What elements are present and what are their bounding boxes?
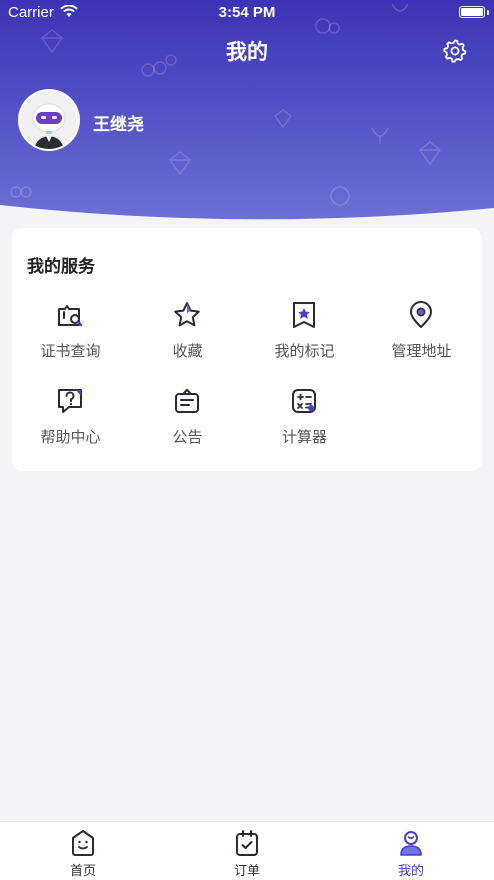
- service-label: 我的标记: [274, 342, 335, 360]
- order-check-icon: [236, 830, 258, 856]
- tab-home[interactable]: 首页: [23, 822, 143, 880]
- battery-icon: [459, 6, 485, 18]
- announcement-icon: [175, 388, 199, 413]
- service-label: 帮助中心: [40, 428, 101, 446]
- service-manage-address[interactable]: 管理地址: [363, 300, 480, 370]
- service-help-center[interactable]: 帮助中心: [12, 386, 129, 456]
- calculator-icon: [292, 389, 316, 413]
- service-label: 公告: [172, 428, 203, 446]
- service-my-marks[interactable]: 我的标记: [246, 300, 363, 370]
- service-favorites[interactable]: 收藏: [129, 300, 246, 370]
- services-card: 我的服务 证书查询 收藏 我的标记 管理地址 帮助中心 公告 计算器: [12, 228, 482, 471]
- profile-icon: [400, 831, 422, 856]
- page-title: 我的: [226, 40, 268, 64]
- status-bar: Carrier 3:54 PM: [0, 0, 494, 26]
- location-pin-icon: [410, 301, 432, 328]
- service-calculator[interactable]: 计算器: [246, 386, 363, 456]
- service-label: 收藏: [172, 342, 203, 360]
- service-certificate-search[interactable]: 证书查询: [12, 300, 129, 370]
- gear-icon: [443, 39, 467, 63]
- status-time: 3:54 PM: [218, 4, 276, 21]
- services-title: 我的服务: [27, 257, 95, 277]
- service-announcement[interactable]: 公告: [129, 386, 246, 456]
- bottom-tab-bar: 首页 订单 我的: [0, 821, 494, 880]
- help-chat-icon: [58, 389, 82, 413]
- tab-label: 首页: [69, 864, 96, 879]
- tab-label: 我的: [397, 864, 424, 879]
- certificate-search-icon: [58, 305, 83, 327]
- avatar[interactable]: [18, 89, 80, 151]
- service-label: 证书查询: [40, 342, 101, 360]
- tab-label: 订单: [233, 864, 260, 879]
- star-icon: [174, 302, 200, 327]
- robot-avatar-icon: [20, 91, 78, 149]
- user-name[interactable]: 王继尧: [93, 110, 144, 135]
- settings-button[interactable]: [442, 38, 468, 64]
- tab-profile[interactable]: 我的: [351, 822, 471, 880]
- tab-orders[interactable]: 订单: [187, 822, 307, 880]
- service-label: 计算器: [281, 428, 327, 446]
- home-face-icon: [72, 830, 94, 856]
- service-label: 管理地址: [391, 342, 452, 360]
- bookmark-star-icon: [293, 302, 315, 328]
